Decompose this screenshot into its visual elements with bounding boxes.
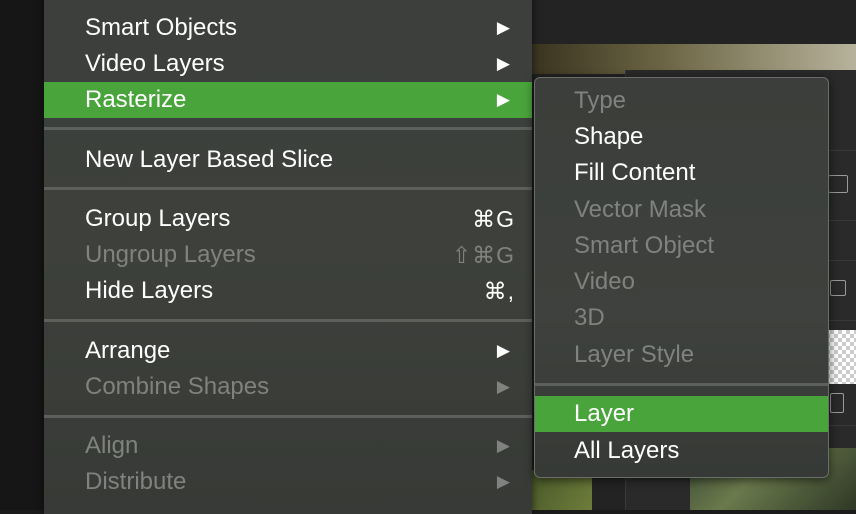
submenu-arrow-icon: ▶ (496, 18, 510, 37)
submenu-item-label: Vector Mask (574, 196, 707, 223)
shortcut-label: ⌘, (483, 278, 515, 304)
submenu-item-shape[interactable]: Shape (535, 119, 828, 155)
menu-item-hide-layers[interactable]: Hide Layers ⌘, (44, 273, 532, 309)
menu-item-group-layers[interactable]: Group Layers ⌘G (44, 201, 532, 237)
menu-separator (44, 415, 532, 418)
menu-item-label: Group Layers (85, 205, 231, 232)
menu-item-label: Rasterize (85, 86, 187, 113)
menu-item-label: Ungroup Layers (85, 241, 256, 268)
submenu-item-label: Layer (574, 400, 635, 427)
submenu-item-all-layers[interactable]: All Layers (535, 433, 828, 469)
menu-item-rasterize[interactable]: Rasterize ▶ (44, 82, 532, 118)
submenu-item-smart-object[interactable]: Smart Object (535, 228, 828, 264)
menu-item-label: New Layer Based Slice (85, 146, 334, 173)
menu-separator (535, 383, 828, 386)
menu-item-distribute[interactable]: Distribute ▶ (44, 464, 532, 500)
submenu-arrow-icon: ▶ (496, 54, 510, 73)
link-icon[interactable] (830, 393, 844, 413)
menu-item-smart-objects[interactable]: Smart Objects ▶ (44, 10, 532, 46)
menu-separator (44, 187, 532, 190)
submenu-item-layer-style[interactable]: Layer Style (535, 337, 828, 373)
submenu-item-fill-content[interactable]: Fill Content (535, 155, 828, 191)
menu-item-ungroup-layers[interactable]: Ungroup Layers ⇧⌘G (44, 237, 532, 273)
submenu-item-label: Type (574, 87, 627, 114)
submenu-item-type[interactable]: Type (535, 83, 828, 119)
shortcut-label: ⇧⌘G (451, 242, 515, 268)
submenu-arrow-icon: ▶ (496, 472, 510, 491)
menu-item-label: Arrange (85, 337, 171, 364)
menu-item-arrange[interactable]: Arrange ▶ (44, 333, 532, 369)
submenu-item-label: Fill Content (574, 159, 696, 186)
transparency-thumbnail (826, 330, 856, 384)
menu-item-label: Align (85, 432, 139, 459)
app-left-edge (0, 0, 44, 510)
menu-item-label: Smart Objects (85, 14, 238, 41)
submenu-item-3d[interactable]: 3D (535, 300, 828, 336)
menu-item-label: Combine Shapes (85, 373, 270, 400)
menu-item-combine-shapes[interactable]: Combine Shapes ▶ (44, 369, 532, 405)
submenu-item-vector-mask[interactable]: Vector Mask (535, 192, 828, 228)
submenu-item-label: All Layers (574, 437, 680, 464)
image-icon[interactable] (828, 175, 848, 193)
submenu-item-label: Smart Object (574, 232, 715, 259)
submenu-item-video[interactable]: Video (535, 264, 828, 300)
submenu-item-label: Layer Style (574, 341, 695, 368)
menu-item-align[interactable]: Align ▶ (44, 428, 532, 464)
submenu-arrow-icon: ▶ (496, 436, 510, 455)
submenu-item-label: Video (574, 268, 635, 295)
submenu-arrow-icon: ▶ (496, 377, 510, 396)
menu-item-video-layers[interactable]: Video Layers ▶ (44, 46, 532, 82)
menu-item-new-layer-based-slice[interactable]: New Layer Based Slice (44, 142, 532, 178)
menu-item-label: Hide Layers (85, 277, 214, 304)
submenu-item-label: 3D (574, 304, 605, 331)
menu-separator (44, 319, 532, 322)
submenu-item-layer[interactable]: Layer (535, 396, 828, 432)
submenu-arrow-icon: ▶ (496, 341, 510, 360)
layer-menu: Smart Objects ▶ Video Layers ▶ Rasterize… (44, 0, 532, 514)
menu-separator (44, 127, 532, 130)
menu-item-label: Video Layers (85, 50, 225, 77)
shortcut-label: ⌘G (472, 206, 515, 232)
rasterize-submenu: Type Shape Fill Content Vector Mask Smar… (534, 77, 829, 478)
submenu-item-label: Shape (574, 123, 644, 150)
transform-icon[interactable] (830, 280, 846, 296)
menu-item-label: Distribute (85, 468, 187, 495)
submenu-arrow-icon: ▶ (496, 90, 510, 109)
